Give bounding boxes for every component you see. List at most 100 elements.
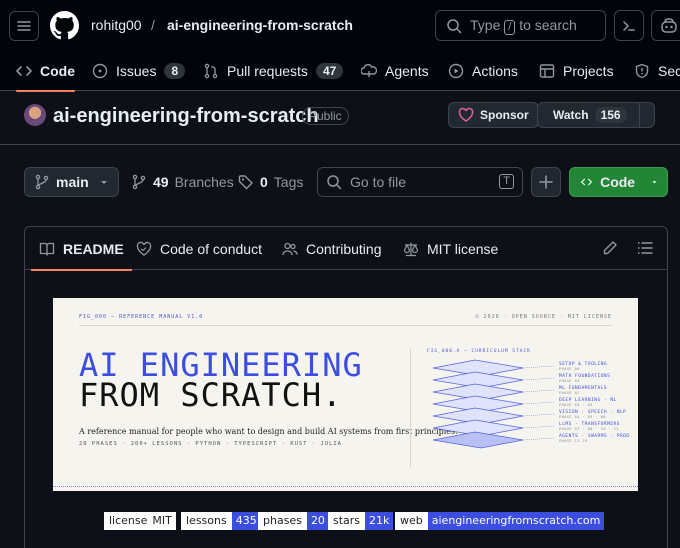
badge-lessons[interactable]: lessons 435 <box>181 512 261 530</box>
divider <box>0 144 680 145</box>
play-icon <box>448 63 464 78</box>
chevron-down-icon <box>652 181 657 184</box>
code-icon <box>16 65 32 76</box>
go-to-file-placeholder: Go to file <box>350 174 407 190</box>
pencil-icon <box>603 241 617 255</box>
tag-icon <box>238 175 253 190</box>
badge-value: MIT <box>152 512 176 530</box>
menu-button[interactable] <box>9 11 39 41</box>
badge-phases[interactable]: phases 20 <box>258 512 329 530</box>
branch-selector[interactable]: main <box>24 167 119 197</box>
book-icon <box>39 242 55 256</box>
tab-code-of-conduct[interactable]: Code of conduct <box>136 227 262 270</box>
tab-agents[interactable]: Agents <box>361 50 429 91</box>
tab-readme[interactable]: README <box>31 227 132 271</box>
agents-icon <box>361 63 377 77</box>
tab-pull-requests[interactable]: Pull requests 47 <box>203 50 344 91</box>
stack-layer-phase: PHASE 03 · 05 <box>559 403 593 407</box>
repo-nav: Code Issues 8 Pull requests 47 Agents Ac… <box>0 50 680 92</box>
watch-count: 156 <box>594 107 627 123</box>
readme-tabs: README Code of conduct Contributing MIT … <box>25 227 667 271</box>
stack-layer-label: AGENTS · SWARMS · PROD PHASE 13-19 <box>559 434 630 444</box>
banner-footer-rule <box>53 486 638 491</box>
code-dropdown-button[interactable]: Code <box>569 167 668 197</box>
hamburger-icon <box>17 21 31 31</box>
tab-security-label: Sec <box>658 62 680 79</box>
repo-link[interactable]: ai-engineering-from-scratch <box>167 17 353 33</box>
watch-divider <box>638 103 640 127</box>
tab-actions-label: Actions <box>472 62 518 79</box>
tab-code[interactable]: Code <box>16 50 75 92</box>
stack-layer-label: DEEP LEARNING · NL PHASE 03 · 05 <box>559 398 617 408</box>
branches-count: 49 <box>153 174 169 190</box>
owner-link[interactable]: rohitg00 <box>91 17 142 33</box>
watch-label: Watch <box>553 108 589 122</box>
code-button-label: Code <box>600 174 636 190</box>
tab-issues[interactable]: Issues 8 <box>92 50 186 91</box>
branch-icon <box>132 174 146 190</box>
repo-title[interactable]: ai-engineering-from-scratch <box>53 105 319 128</box>
badge-license[interactable]: license MIT <box>104 512 176 530</box>
badge-web[interactable]: web aiengineeringfromscratch.com <box>395 512 605 530</box>
pull-request-icon <box>204 63 218 78</box>
tags-count: 0 <box>260 174 268 190</box>
outline-button[interactable] <box>637 240 653 256</box>
badge-value: aiengineeringfromscratch.com <box>427 512 605 530</box>
tab-projects[interactable]: Projects <box>539 50 614 91</box>
banner-meta: 20 PHASES · 200+ LESSONS · PYTHON · TYPE… <box>79 441 342 447</box>
stack-layer-label: ML FUNDAMENTALS PHASE 02 <box>559 386 607 396</box>
badge-value: 20 <box>306 512 329 530</box>
tab-readme-label: README <box>63 240 124 257</box>
heart-icon <box>458 107 474 122</box>
table-icon <box>539 63 555 78</box>
search-input[interactable]: Type / to search <box>435 10 606 41</box>
avatar[interactable] <box>24 104 46 126</box>
go-to-file-input[interactable]: Go to file T <box>317 167 523 197</box>
tab-pull-requests-label: Pull requests <box>227 62 308 79</box>
banner-fig-left: FIG_000 — REFERENCE MANUAL V1.0 <box>79 314 204 320</box>
stack-layer-label: MATH FOUNDATIONS PHASE 01 <box>559 374 610 384</box>
search-icon <box>327 175 342 190</box>
stack-label: FIG_000.A — CURRICULUM STACK <box>427 349 531 354</box>
tab-actions[interactable]: Actions <box>448 50 518 91</box>
tab-contributing[interactable]: Contributing <box>282 227 382 270</box>
banner-subtitle: A reference manual for people who want t… <box>79 427 458 436</box>
list-icon <box>637 242 653 254</box>
chevron-down-icon <box>101 181 107 184</box>
issue-icon <box>92 63 108 78</box>
edit-readme-button[interactable] <box>602 240 618 256</box>
add-file-button[interactable] <box>531 167 561 197</box>
banner-title-line2: FROM SCRATCH. <box>79 376 343 414</box>
branches-label: Branches <box>174 174 234 190</box>
tab-issues-label: Issues <box>116 62 157 79</box>
stack-layer-phase: PHASE 13-19 <box>559 439 588 443</box>
github-logo-icon[interactable] <box>50 11 79 40</box>
badge-key: web <box>395 512 428 530</box>
branches-link[interactable]: 49 Branches <box>131 174 234 190</box>
command-palette-button[interactable] <box>614 10 644 41</box>
banner-fig-right: © 2026 · OPEN SOURCE · MIT LICENSE <box>475 314 612 320</box>
breadcrumb-separator: / <box>151 17 155 33</box>
shield-icon <box>635 63 649 78</box>
search-placeholder: Type / to search <box>470 16 577 35</box>
tab-code-label: Code <box>40 62 75 79</box>
badge-key: license <box>104 512 153 530</box>
tags-link[interactable]: 0 Tags <box>238 174 303 190</box>
badge-stars[interactable]: stars 21k <box>328 512 394 530</box>
visibility-badge: Public <box>302 107 349 125</box>
tab-agents-label: Agents <box>385 62 429 79</box>
sponsor-button[interactable]: Sponsor <box>448 102 539 128</box>
banner-rule <box>79 325 612 326</box>
search-shortcut-key: / <box>504 19 516 35</box>
tab-license[interactable]: MIT license <box>403 227 498 270</box>
stack-layer-label: LLMS · TRANSFORMERS PHASE 07 · 08 · 10 · … <box>559 422 620 432</box>
stack-layer-label: VISION · SPEECH · NLP PHASE 04 · 05 · 06 <box>559 410 626 420</box>
copilot-button[interactable] <box>651 10 680 41</box>
terminal-icon <box>623 20 635 31</box>
stack-layer-phase: PHASE 04 · 05 · 06 <box>559 415 606 419</box>
tab-projects-label: Projects <box>563 62 614 79</box>
watch-button[interactable]: Watch 156 <box>537 102 655 128</box>
tab-security[interactable]: Sec <box>634 50 680 91</box>
branch-name: main <box>56 174 89 190</box>
tab-license-label: MIT license <box>427 240 499 257</box>
